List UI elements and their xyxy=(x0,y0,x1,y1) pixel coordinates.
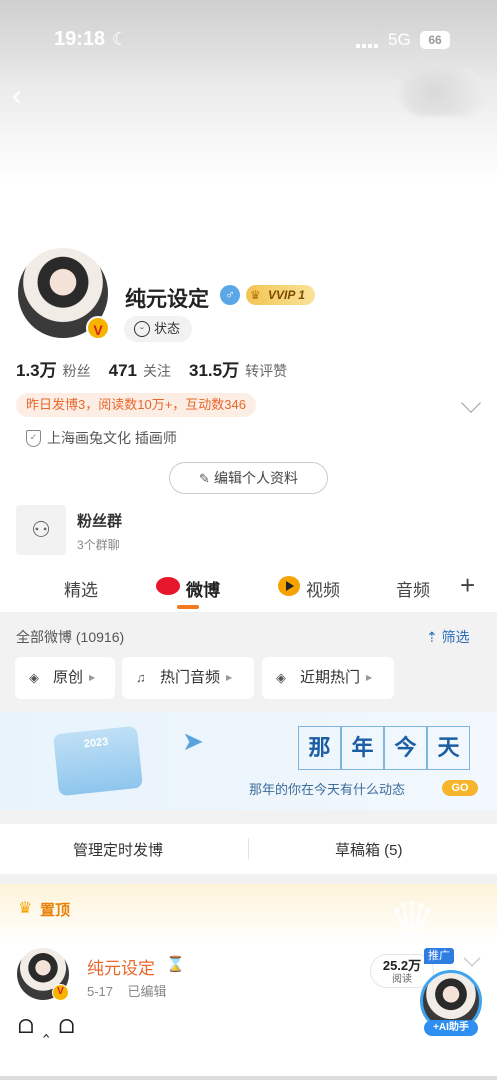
go-button[interactable]: GO xyxy=(442,780,478,796)
drafts-button[interactable]: 草稿箱 (5) xyxy=(335,839,403,860)
status-time: 19:18 xyxy=(54,28,106,50)
blurred-header-action[interactable] xyxy=(400,68,486,116)
stat-label: 粉丝 xyxy=(62,363,91,379)
scheduled-posts-button[interactable]: 管理定时发博 xyxy=(73,839,163,860)
post-edited: 已编辑 xyxy=(127,984,167,999)
back-icon[interactable]: ‹ xyxy=(12,81,40,111)
add-tab-icon[interactable]: + xyxy=(460,572,475,598)
chip-recent-hot[interactable]: ◈ 近期热门 ▶ xyxy=(262,657,394,699)
stat-number: 31.5万 xyxy=(189,361,240,380)
moon-icon: ☾ xyxy=(112,29,129,49)
edit-profile-label: 编辑个人资料 xyxy=(213,470,298,486)
battery-icon: 66 xyxy=(420,31,450,49)
filter-label: 筛选 xyxy=(441,629,470,645)
network-label: 5G xyxy=(388,30,411,49)
divider xyxy=(248,838,249,860)
shield-icon: ✓ xyxy=(26,429,41,447)
stat-followers[interactable]: 1.3万 粉丝 xyxy=(16,356,91,381)
crown-decoration-icon: ♛ xyxy=(388,892,437,952)
banner-title: 那 年 今 天 xyxy=(298,726,470,770)
tab-video[interactable]: 视频 xyxy=(306,576,340,601)
bottom-edge xyxy=(0,1076,497,1080)
stat-number: 1.3万 xyxy=(16,361,57,380)
company-info: ✓ 上海画兔文化 插画师 xyxy=(26,428,177,448)
stat-label: 转评赞 xyxy=(245,363,288,379)
active-tab-indicator xyxy=(177,605,199,609)
video-icon xyxy=(278,576,300,596)
fan-group-icon[interactable]: ⚇ xyxy=(16,505,66,555)
edit-profile-button[interactable]: ✎ 编辑个人资料 xyxy=(169,462,328,494)
tab-weibo[interactable]: 微博 xyxy=(186,576,220,601)
headphones-icon: ♫ xyxy=(136,670,146,685)
chip-hot-audio[interactable]: ♫ 热门音频 ▶ xyxy=(122,657,254,699)
filter-button[interactable]: ⇡ 筛选 xyxy=(426,627,470,647)
banner-title-char: 那 xyxy=(298,726,341,770)
stat-following[interactable]: 471 关注 xyxy=(109,361,171,381)
profile-tabs: 精选 微博 视频 音频 xyxy=(0,562,497,612)
manage-row: 管理定时发博 草稿箱 (5) xyxy=(0,824,497,874)
chip-label: 热门音频 xyxy=(160,669,221,686)
chip-label: 近期热门 xyxy=(300,669,361,686)
tab-featured[interactable]: 精选 xyxy=(64,576,98,601)
status-chip[interactable]: ᵕ 状态 xyxy=(124,316,193,342)
post-author[interactable]: 纯元设定 xyxy=(87,954,155,979)
post-meta: 5-17 已编辑 xyxy=(87,981,167,1000)
read-label: 阅读 xyxy=(392,974,412,985)
status-chip-label: 状态 xyxy=(154,321,181,336)
promo-tag[interactable]: 推广 xyxy=(424,948,454,964)
fan-group-title[interactable]: 粉丝群 xyxy=(77,510,122,531)
post-body: ᗝ ‸ ᗝ xyxy=(18,1017,77,1038)
tab-audio[interactable]: 音频 xyxy=(396,576,430,601)
smile-icon: ᵕ xyxy=(134,321,150,337)
banner-title-char: 年 xyxy=(341,726,384,770)
weibo-icon xyxy=(156,577,180,595)
layers-icon: ◈ xyxy=(276,670,286,685)
verified-badge-icon: V xyxy=(52,984,69,1001)
fan-group-subtitle: 3个群聊 xyxy=(77,538,120,552)
banner-title-char: 天 xyxy=(427,726,470,770)
layers-icon: ◈ xyxy=(29,670,39,685)
caret-right-icon: ▶ xyxy=(89,673,96,683)
profile-name: 纯元设定 xyxy=(125,288,209,311)
post-date: 5-17 xyxy=(87,984,114,999)
paper-plane-icon: ➤ xyxy=(182,726,204,756)
pinned-label: 置顶 xyxy=(40,902,71,919)
chip-original[interactable]: ◈ 原创 ▶ xyxy=(15,657,115,699)
pencil-icon: ✎ xyxy=(199,471,210,486)
banner-title-char: 今 xyxy=(384,726,427,770)
all-weibo-count: 全部微博 (10916) xyxy=(16,629,125,645)
verified-badge-icon: V xyxy=(86,316,110,340)
hourglass-icon: ⌛ xyxy=(166,956,185,973)
stat-label: 关注 xyxy=(143,363,172,379)
caret-right-icon: ▶ xyxy=(366,673,373,683)
banner-subtitle: 那年的你在今天有什么动态 xyxy=(249,783,406,798)
profile-stats: 1.3万 粉丝 471 关注 31.5万 转评赞 xyxy=(16,356,305,381)
chip-label: 原创 xyxy=(53,669,84,686)
signal-icon xyxy=(356,36,380,48)
male-icon: ♂ xyxy=(220,285,240,305)
caret-right-icon: ▶ xyxy=(226,673,233,683)
stat-number: 471 xyxy=(108,361,138,380)
ai-assistant-label[interactable]: +AI助手 xyxy=(424,1020,478,1036)
yesterday-summary[interactable]: 昨日发博3，阅读数10万+，互动数346 xyxy=(16,393,256,417)
crown-icon: ♛ xyxy=(18,900,33,917)
vip-badge[interactable]: VVIP 1 xyxy=(246,285,315,305)
stat-interactions[interactable]: 31.5万 转评赞 xyxy=(189,356,287,381)
company-label: 上海画兔文化 插画师 xyxy=(47,430,177,446)
calendar-icon: 2023 xyxy=(52,725,144,797)
